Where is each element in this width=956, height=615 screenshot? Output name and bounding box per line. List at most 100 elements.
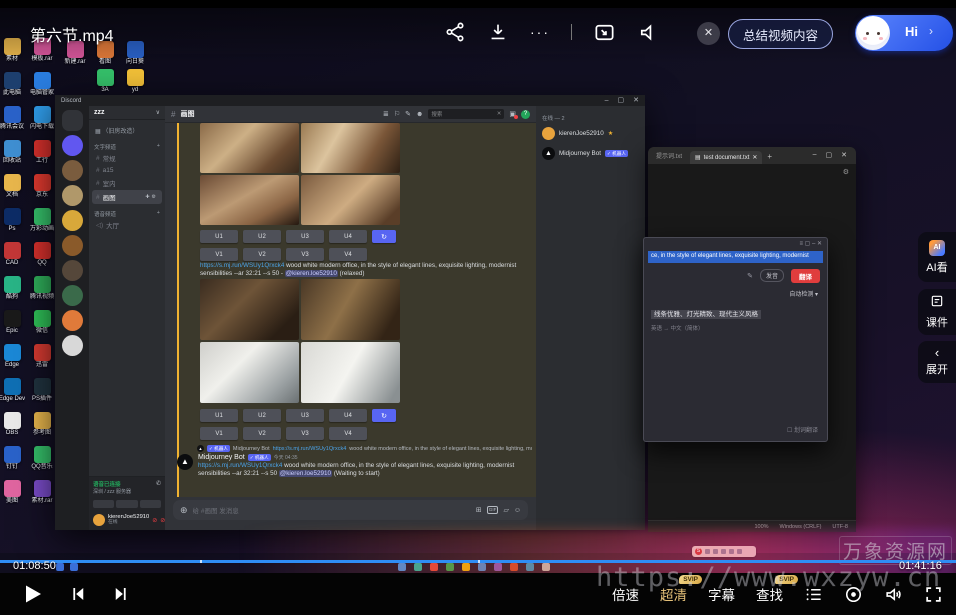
reply-context[interactable]: ▲ ✓ 机器人 Midjourney Bot https://s.mj.run/… [177, 445, 532, 452]
voice-channel-item[interactable]: ◁)大厅 [92, 218, 162, 232]
server-icon[interactable] [62, 160, 83, 181]
members-icon[interactable]: ☻ [416, 111, 423, 118]
close-tab-icon[interactable]: ✕ [752, 154, 757, 161]
new-tab-button[interactable]: + [767, 152, 772, 164]
prompt-link[interactable]: https://s.mj.run/WSUy1Qrxck4 [200, 262, 284, 269]
tab-active[interactable]: ▤ test document.txt ✕ [690, 151, 762, 164]
close-icon[interactable]: ✕ [841, 151, 847, 159]
midjourney-avatar[interactable]: ▲ [177, 454, 193, 470]
midjourney-image-grid[interactable] [200, 123, 400, 225]
translation-result[interactable]: 线条优雅、灯光精致、现代主义风格 [651, 310, 761, 319]
member-row[interactable]: kierenJoe52910 ★ [542, 127, 639, 140]
assistant-button[interactable]: Hi › [855, 15, 953, 51]
clear-search-icon[interactable]: ✕ [497, 111, 502, 117]
generated-image[interactable] [200, 279, 299, 340]
emoji-icon[interactable]: ☺ [514, 507, 521, 514]
quality-button[interactable]: 超清 SVIP [660, 584, 687, 604]
playlist-icon[interactable] [804, 585, 823, 604]
close-icon[interactable]: ✕ [633, 95, 639, 106]
minimize-icon[interactable]: – [605, 95, 609, 106]
maximize-icon[interactable]: ▢ [826, 151, 833, 159]
desktop-icon[interactable]: 向日葵 [107, 41, 163, 66]
share-icon[interactable] [444, 21, 466, 43]
desktop-icon[interactable]: yd [107, 69, 163, 94]
message-scroll-area[interactable]: U1 U2 U3 U4 ↻ V1 V2 V3 V4 https://s.mj.r… [165, 123, 536, 497]
server-icon[interactable] [62, 235, 83, 256]
translate-button[interactable]: 翻译 [791, 269, 820, 283]
selected-source-text[interactable]: ce, in the style of elegant lines, exqui… [648, 251, 823, 263]
server-icon[interactable] [62, 310, 83, 331]
generated-image[interactable] [301, 123, 400, 173]
upscale-button[interactable]: U4 [329, 409, 367, 422]
add-channel-icon[interactable]: + [157, 210, 160, 218]
expand-button[interactable]: ‹ 展开 [918, 341, 956, 383]
prompt-link[interactable]: https://s.mj.run/WSUy1Qrxck4 [198, 462, 282, 469]
member-row[interactable]: ▲ Midjourney Bot ✓ 机器人 [542, 147, 639, 160]
speaker-icon[interactable] [637, 21, 660, 44]
find-button[interactable]: 查找 SVIP [756, 584, 783, 604]
channel-item[interactable]: #a15 [92, 165, 162, 176]
server-icon[interactable] [62, 260, 83, 281]
pin-icon[interactable]: ✎ [405, 110, 411, 118]
cast-icon[interactable] [844, 585, 863, 604]
seek-bar[interactable] [0, 560, 956, 563]
sticker-icon[interactable]: ▱ [503, 506, 508, 514]
edit-icon[interactable]: ✎ [747, 272, 753, 280]
ai-watch-button[interactable]: AI AI看 [918, 232, 956, 282]
server-icon[interactable] [62, 335, 83, 356]
previous-episode-button[interactable] [69, 585, 87, 603]
play-button[interactable] [20, 582, 44, 606]
disconnect-icon[interactable]: ✆ [156, 481, 161, 487]
next-episode-button[interactable] [112, 585, 130, 603]
server-icon[interactable] [62, 285, 83, 306]
fullscreen-icon[interactable] [924, 585, 943, 604]
generated-image[interactable] [200, 175, 299, 225]
close-summary-icon[interactable]: ✕ [697, 22, 720, 45]
user-mention[interactable]: @kieren.loe52910 [285, 270, 338, 277]
summarize-video-button[interactable]: 总结视频内容 [728, 19, 833, 49]
courseware-button[interactable]: 课件 [918, 289, 956, 335]
upscale-button[interactable]: U3 [286, 409, 324, 422]
add-channel-icon[interactable]: + [157, 143, 160, 151]
reroll-button[interactable]: ↻ [372, 409, 396, 422]
message-input[interactable]: ⊕ 给 #画图 发消息 ⊞ GIF ▱ ☺ [173, 500, 528, 520]
text-channel-section[interactable]: 文字频道+ [92, 143, 162, 151]
generated-image[interactable] [200, 342, 299, 403]
gif-icon[interactable]: GIF [487, 506, 499, 514]
channel-item[interactable]: #常规 [92, 151, 162, 165]
translator-titlebar[interactable]: ≡ ▢ – ✕ [644, 238, 827, 249]
upscale-button[interactable]: U1 [200, 230, 238, 243]
settings-gear-icon[interactable]: ⚙ [843, 168, 849, 176]
minimize-icon[interactable]: – [813, 151, 817, 159]
playback-speed-button[interactable]: 倍速 [612, 584, 639, 604]
user-mention[interactable]: @kieren.loe52910 [279, 470, 332, 477]
upscale-button[interactable]: U1 [200, 409, 238, 422]
upscale-button[interactable]: U3 [286, 230, 324, 243]
variation-button[interactable]: V3 [286, 427, 324, 440]
server-icon[interactable] [62, 135, 83, 156]
attach-icon[interactable]: ⊕ [180, 505, 188, 516]
maximize-icon[interactable]: ▢ [618, 95, 625, 106]
channel-item[interactable]: #室内 [92, 176, 162, 190]
threads-icon[interactable]: ≣ [383, 110, 389, 118]
event-item[interactable]: ▦ （旧房改造） [92, 124, 162, 137]
discord-titlebar[interactable]: Discord – ▢ ✕ [55, 95, 645, 106]
volume-icon[interactable] [884, 585, 903, 604]
gift-icon[interactable]: ⊞ [476, 506, 482, 514]
variation-button[interactable]: V2 [243, 248, 281, 261]
midjourney-image-grid[interactable] [200, 279, 400, 403]
notifications-icon[interactable]: ⚐ [394, 110, 400, 118]
desktop-icon[interactable]: 电脑管家 [14, 72, 70, 97]
camera-button[interactable] [93, 500, 114, 508]
channel-item-selected[interactable]: #画图 ✚⚙ [92, 190, 162, 204]
variation-button[interactable]: V2 [243, 427, 281, 440]
server-header[interactable]: zzz ∨ [89, 106, 165, 120]
server-icon[interactable] [62, 110, 83, 131]
titlebar-icons[interactable]: ≡ ▢ – ✕ [799, 240, 822, 247]
generated-image[interactable] [301, 279, 400, 340]
voice-channel-section[interactable]: 语音频道+ [92, 210, 162, 218]
activity-button[interactable] [140, 500, 161, 508]
avatar[interactable] [93, 514, 105, 526]
reroll-button[interactable]: ↻ [372, 230, 396, 243]
tab-inactive[interactable]: 提示词.txt [653, 151, 685, 164]
